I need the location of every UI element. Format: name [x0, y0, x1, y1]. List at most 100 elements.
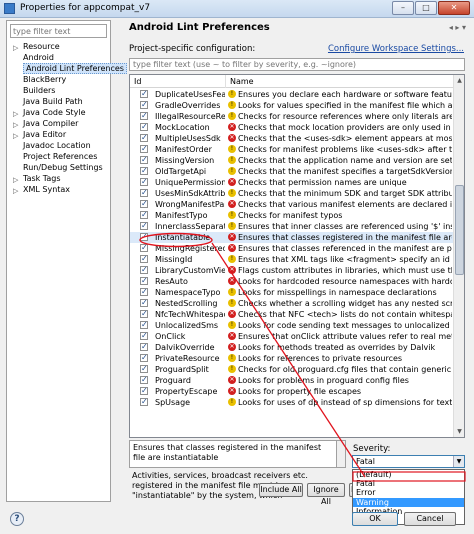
- table-row[interactable]: NestedScrolling!Checks whether a scrolli…: [130, 298, 454, 309]
- table-row[interactable]: InnerclassSeparator!Ensures that inner c…: [130, 221, 454, 232]
- help-icon[interactable]: ?: [10, 512, 24, 526]
- row-checkbox[interactable]: [140, 364, 148, 374]
- table-row[interactable]: WrongManifestPare✕Checks that various ma…: [130, 199, 454, 210]
- description-scrollbar[interactable]: [337, 440, 346, 468]
- severity-select[interactable]: Fatal ▼: [352, 455, 465, 468]
- cancel-button[interactable]: Cancel: [404, 512, 456, 526]
- row-checkbox[interactable]: [140, 331, 148, 341]
- configure-workspace-link[interactable]: Configure Workspace Settings...: [328, 44, 464, 54]
- severity-option[interactable]: Error: [353, 488, 464, 497]
- table-row[interactable]: GradleOverrides!Looks for values specifi…: [130, 100, 454, 111]
- row-checkbox[interactable]: [140, 353, 148, 363]
- sidebar-item[interactable]: Builders: [10, 85, 110, 96]
- severity-option[interactable]: Fatal: [353, 479, 464, 488]
- table-row[interactable]: PrivateResource!Looks for references to …: [130, 353, 454, 364]
- sidebar-item[interactable]: ▷ Java Compiler: [10, 118, 110, 129]
- sidebar-item[interactable]: BlackBerry: [10, 74, 110, 85]
- table-row[interactable]: DuplicateUsesFeature!Ensures you declare…: [130, 89, 454, 100]
- table-row[interactable]: DalvikOverride ✕Looks for methods treated…: [130, 342, 454, 353]
- severity-option[interactable]: (Default): [353, 470, 464, 479]
- table-row[interactable]: ResAuto ✕Looks for hardcoded resource nam…: [130, 276, 454, 287]
- table-scrollbar[interactable]: ▲ ▼: [453, 75, 464, 437]
- row-checkbox[interactable]: [140, 342, 148, 352]
- nav-arrows-icon[interactable]: ◂ ▸ ▾: [449, 23, 466, 32]
- row-checkbox[interactable]: [140, 221, 148, 231]
- table-row[interactable]: UniquePermission✕Checks that permission …: [130, 177, 454, 188]
- row-checkbox[interactable]: [140, 111, 148, 121]
- row-checkbox[interactable]: [140, 144, 148, 154]
- column-header-name[interactable]: Name: [226, 75, 454, 88]
- lint-filter-input[interactable]: [129, 58, 465, 71]
- table-row[interactable]: SpUsage!Looks for uses of dp instead of …: [130, 397, 454, 408]
- table-row[interactable]: MissingRegistered✕Ensures that classes r…: [130, 243, 454, 254]
- row-checkbox[interactable]: [140, 276, 148, 286]
- table-row[interactable]: ManifestOrder!Checks for manifest proble…: [130, 144, 454, 155]
- error-icon: ✕: [228, 244, 236, 252]
- table-row[interactable]: MissingId!Ensures that XML tags like <fr…: [130, 254, 454, 265]
- sidebar-item[interactable]: ▷ Resource: [10, 41, 110, 52]
- sidebar-item[interactable]: ▷ Java Code Style: [10, 107, 110, 118]
- table-row[interactable]: ProguardSplit!Checks for old proguard.cf…: [130, 364, 454, 375]
- row-checkbox[interactable]: [140, 122, 148, 132]
- row-checkbox[interactable]: [140, 298, 148, 308]
- sidebar-item[interactable]: Run/Debug Settings: [10, 162, 110, 173]
- table-row[interactable]: Proguard ✕Looks for problems in proguard …: [130, 375, 454, 386]
- table-row[interactable]: MultipleUsesSdk ✕Checks that the <uses-sd…: [130, 133, 454, 144]
- row-checkbox[interactable]: [140, 320, 148, 330]
- maximize-button[interactable]: □: [415, 1, 437, 15]
- row-checkbox[interactable]: [140, 386, 148, 396]
- table-row[interactable]: ManifestTypo!Checks for manifest typos: [130, 210, 454, 221]
- column-header-id[interactable]: Id: [130, 75, 226, 88]
- sidebar-item[interactable]: ▷ XML Syntax: [10, 184, 110, 195]
- table-row[interactable]: UnlocalizedSms!Looks for code sending te…: [130, 320, 454, 331]
- row-checkbox[interactable]: [140, 254, 148, 264]
- sidebar-item[interactable]: ▷ Java Editor: [10, 129, 110, 140]
- row-checkbox[interactable]: [140, 188, 148, 198]
- table-row[interactable]: OldTargetApi!Checks that the manifest sp…: [130, 166, 454, 177]
- row-checkbox[interactable]: [140, 210, 148, 220]
- minimize-button[interactable]: –: [392, 1, 414, 15]
- close-button[interactable]: ✕: [438, 1, 470, 15]
- row-checkbox[interactable]: [140, 177, 148, 187]
- expand-arrow-icon[interactable]: ▷: [13, 186, 18, 197]
- scrollbar-thumb[interactable]: [455, 185, 464, 275]
- table-row[interactable]: UsesMinSdkAttribut!Checks that the minim…: [130, 188, 454, 199]
- ok-button[interactable]: OK: [352, 512, 398, 526]
- sidebar-item-label: Java Editor: [23, 130, 67, 139]
- scroll-down-icon[interactable]: ▼: [454, 426, 464, 437]
- sidebar-filter-input[interactable]: [10, 24, 107, 38]
- table-row[interactable]: NamespaceTypo!Looks for misspellings in …: [130, 287, 454, 298]
- table-row[interactable]: Instantiatable ✕Ensures that classes regi…: [130, 232, 454, 243]
- table-row[interactable]: MissingVersion!Checks that the applicati…: [130, 155, 454, 166]
- table-row[interactable]: LibraryCustomView✕Flags custom attribute…: [130, 265, 454, 276]
- row-checkbox[interactable]: [140, 199, 148, 209]
- sidebar-item[interactable]: Javadoc Location: [10, 140, 110, 151]
- table-row[interactable]: OnClick ✕Ensures that onClick attribute v…: [130, 331, 454, 342]
- row-checkbox[interactable]: [140, 375, 148, 385]
- sidebar-item[interactable]: Project References: [10, 151, 110, 162]
- row-checkbox[interactable]: [140, 133, 148, 143]
- row-checkbox[interactable]: [140, 265, 148, 275]
- row-checkbox[interactable]: [140, 166, 148, 176]
- row-checkbox[interactable]: [140, 309, 148, 319]
- chevron-down-icon[interactable]: ▼: [453, 456, 464, 467]
- sidebar-item[interactable]: Android: [10, 52, 110, 63]
- row-checkbox[interactable]: [140, 232, 148, 242]
- row-checkbox[interactable]: [140, 89, 148, 99]
- ignore-all-button[interactable]: Ignore All: [307, 483, 345, 506]
- sidebar-item[interactable]: ▷ Task Tags: [10, 173, 110, 184]
- row-checkbox[interactable]: [140, 397, 148, 407]
- row-checkbox[interactable]: [140, 243, 148, 253]
- row-checkbox[interactable]: [140, 287, 148, 297]
- row-checkbox[interactable]: [140, 100, 148, 110]
- sidebar-item[interactable]: Android Lint Preferences: [10, 63, 127, 74]
- sidebar-item[interactable]: Java Build Path: [10, 96, 110, 107]
- scroll-up-icon[interactable]: ▲: [454, 75, 464, 86]
- warning-icon: !: [228, 101, 236, 109]
- table-row[interactable]: MockLocation ✕Checks that mock location p…: [130, 122, 454, 133]
- table-row[interactable]: NfcTechWhitespace✕Checks that NFC <tech>…: [130, 309, 454, 320]
- table-row[interactable]: PropertyEscape ✕Looks for property file e…: [130, 386, 454, 397]
- table-row[interactable]: IllegalResourceRef!Checks for resource r…: [130, 111, 454, 122]
- include-all-button[interactable]: Include All: [259, 483, 303, 497]
- row-checkbox[interactable]: [140, 155, 148, 165]
